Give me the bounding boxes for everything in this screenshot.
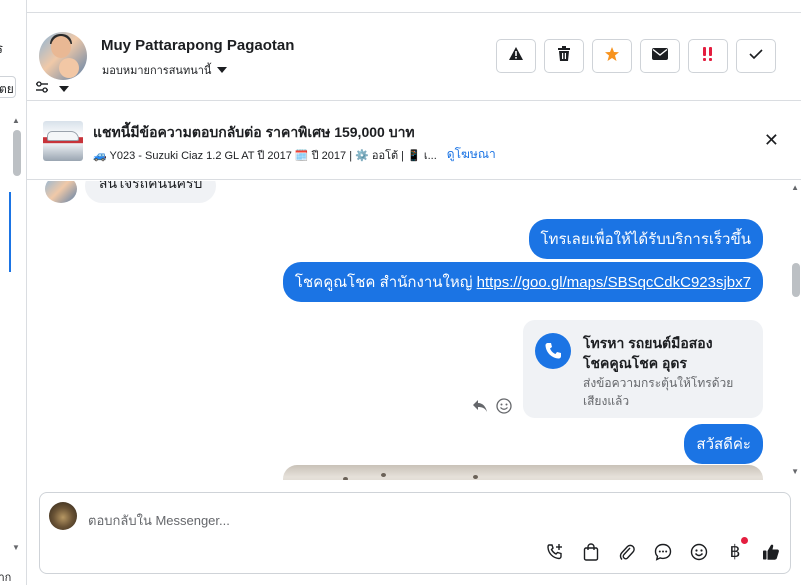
outgoing-message-bubble: โทรเลยเพื่อให้ได้รับบริการเร็วขึ้น — [528, 219, 763, 259]
scroll-up-arrow-icon[interactable]: ▲ — [791, 183, 799, 192]
call-plus-icon[interactable] — [544, 541, 566, 563]
checkmark-icon — [749, 47, 763, 65]
assign-conversation-dropdown[interactable]: มอบหมายการสนทนานี้ — [102, 61, 228, 79]
contact-name[interactable]: Muy Pattarapong Pagaotan — [101, 37, 294, 54]
selected-conversation-indicator — [9, 192, 11, 272]
notification-dot — [741, 537, 748, 544]
chat-scrollbar[interactable] — [792, 263, 800, 297]
mark-done-button[interactable] — [736, 39, 776, 73]
scroll-down-arrow-icon[interactable]: ▼ — [12, 543, 20, 552]
phone-icon — [535, 333, 571, 369]
delete-button[interactable] — [544, 39, 584, 73]
list-scrollbar[interactable] — [13, 130, 21, 176]
scroll-up-arrow-icon[interactable]: ▲ — [12, 116, 20, 125]
maps-link[interactable]: https://goo.gl/maps/SBSqcCdkC923sjbx7 — [477, 274, 751, 291]
list-fragment-bottom: ฝาก — [0, 572, 12, 584]
call-card-title: โทรหา รถยนต์มือสอง โชคคูณโชค อุดร — [583, 335, 713, 371]
trash-icon — [557, 45, 571, 67]
call-request-card[interactable]: โทรหา รถยนต์มือสอง โชคคูณโชค อุดร ส่งข้อ… — [523, 320, 763, 418]
chevron-down-icon — [59, 86, 69, 92]
conversation-toolbar — [496, 39, 776, 73]
conversation-header: Muy Pattarapong Pagaotan มอบหมายการสนทนา… — [27, 12, 801, 101]
image-attachment[interactable] — [283, 465, 763, 480]
envelope-icon — [652, 47, 668, 65]
message-actions — [472, 398, 512, 419]
ad-details-text: 🚙 Y023 - Suzuki Ciaz 1.2 GL AT ปี 2017 🗓… — [93, 149, 437, 162]
label-filter-dropdown[interactable] — [35, 80, 69, 98]
paperclip-icon[interactable] — [616, 541, 638, 563]
ad-title: แชทนี้มีข้อความตอบกลับต่อ ราคาพิเศษ 159,… — [93, 124, 415, 140]
sliders-icon — [35, 80, 49, 98]
reply-icon[interactable] — [472, 399, 488, 418]
outgoing-message-bubble: โชคคูณโชค สำนักงานใหญ่ https://goo.gl/ma… — [282, 262, 763, 302]
message-composer[interactable]: ตอบกลับใน Messenger... ฿ — [39, 492, 791, 574]
baht-icon[interactable]: ฿ — [724, 537, 748, 563]
composer-toolbar: ฿ — [544, 537, 782, 563]
sender-avatar — [45, 181, 77, 203]
star-icon — [604, 46, 620, 67]
star-button[interactable] — [592, 39, 632, 73]
emoji-reaction-icon[interactable] — [496, 398, 512, 419]
ad-context-banner: แชทนี้มีข้อความตอบกลับต่อ ราคาพิเศษ 159,… — [27, 102, 801, 180]
reply-input[interactable]: ตอบกลับใน Messenger... — [88, 510, 230, 531]
message-thread: สนใจรถคันนี้ครับ โทรเลยเพื่อให้ได้รับบริ… — [27, 181, 801, 480]
assign-label: มอบหมายการสนทนานี้ — [102, 65, 212, 77]
thumbs-up-icon[interactable] — [760, 541, 782, 563]
inbox-conversation-view: ร ตย ▲ ▼ ฝาก Muy Pattarapong Pagaotan มอ… — [0, 0, 801, 585]
ad-details-row: 🚙 Y023 - Suzuki Ciaz 1.2 GL AT ปี 2017 🗓… — [93, 145, 496, 164]
contact-avatar[interactable] — [39, 32, 87, 80]
scroll-down-arrow-icon[interactable]: ▼ — [791, 467, 799, 476]
close-icon[interactable]: ✕ — [764, 131, 779, 149]
call-card-subtitle: ส่งข้อความกระตุ้นให้โทรด้วย เสียงแล้ว — [583, 376, 734, 408]
warning-triangle-icon — [508, 46, 524, 66]
chevron-down-icon — [217, 67, 228, 73]
follow-up-button[interactable] — [688, 39, 728, 73]
mark-spam-button[interactable] — [496, 39, 536, 73]
page-avatar — [49, 502, 77, 530]
exclamation-icon — [700, 46, 716, 67]
incoming-message-bubble: สนใจรถคันนี้ครับ — [85, 181, 217, 203]
emoji-icon[interactable] — [688, 541, 710, 563]
shopping-bag-icon[interactable] — [580, 541, 602, 563]
outgoing-message-bubble: สวัสดีค่ะ — [684, 424, 763, 464]
list-filter-dropdown[interactable]: ตย — [0, 76, 16, 98]
mark-unread-button[interactable] — [640, 39, 680, 73]
list-fragment-text: ร — [0, 38, 3, 59]
conversation-list-panel: ร ตย ▲ ▼ ฝาก — [0, 0, 27, 585]
view-ad-link[interactable]: ดูโฆษณา — [447, 145, 496, 164]
chat-bubble-icon[interactable] — [652, 541, 674, 563]
ad-thumbnail[interactable] — [43, 121, 83, 161]
message-text: โชคคูณโชค สำนักงานใหญ่ — [294, 274, 477, 291]
